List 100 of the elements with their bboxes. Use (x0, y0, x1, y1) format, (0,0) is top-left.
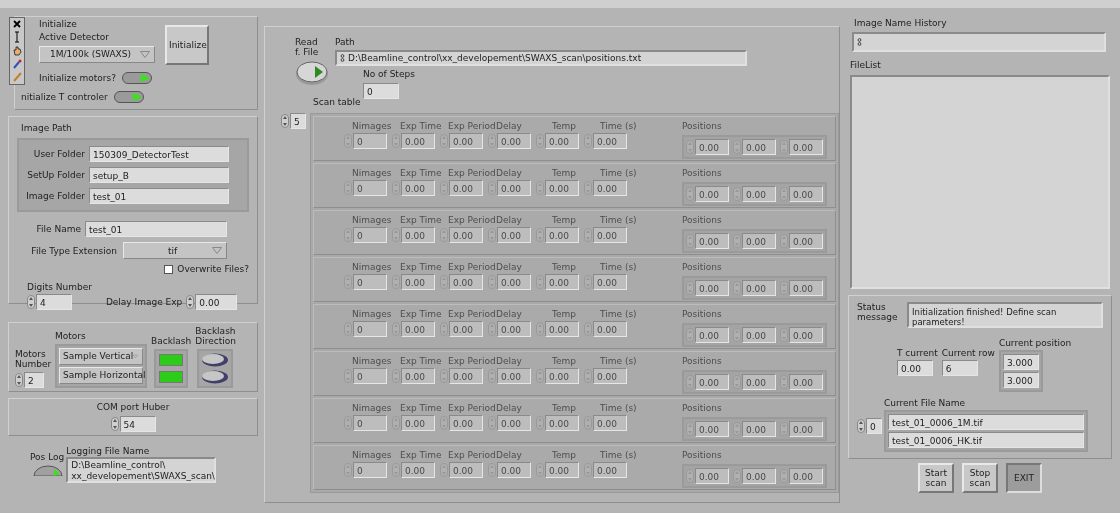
scan-button[interactable]: EXIT (1006, 463, 1042, 494)
column-label: Positions (682, 262, 722, 273)
field-label: Digits Number (27, 281, 92, 293)
column-label: Temp (552, 403, 576, 414)
field-label: T current (897, 347, 938, 359)
field-label: Delay Image Exp (105, 296, 183, 308)
text-field[interactable]: test_01 (85, 221, 227, 238)
column-label: Nimages (352, 450, 392, 461)
numeric-field: 3.000 (1002, 372, 1039, 389)
column-label: Delay (496, 215, 522, 226)
column-label: Exp Period (448, 262, 496, 273)
column-label: Delay (496, 356, 522, 367)
dropdown-arrow-icon[interactable] (212, 247, 222, 255)
oval-toggle[interactable] (201, 369, 230, 384)
field-label: Current position (998, 337, 1072, 349)
hand-icon[interactable] (12, 46, 22, 56)
column-label: Exp Time (400, 215, 442, 226)
column-label: Exp Period (448, 168, 496, 179)
column-label: Nimages (352, 309, 392, 320)
toggle-switch[interactable] (122, 72, 152, 84)
field-label: Current File Name (884, 398, 966, 409)
column-label: Exp Period (448, 450, 496, 461)
motor-dropdown[interactable]: Sample Vertical (59, 347, 143, 365)
column-label: Nimages (352, 356, 392, 367)
numeric-field[interactable]: 54 (119, 416, 156, 433)
numeric-field[interactable]: 2 (24, 371, 44, 388)
close-icon[interactable] (13, 20, 21, 28)
column-label: Exp Time (400, 403, 442, 414)
pencil-icon[interactable] (12, 72, 22, 82)
field-label: Status message (857, 301, 899, 323)
column-label: Exp Time (400, 450, 442, 461)
path-field[interactable]: D:\Beamline_control\ xx_developement\SWAXS_scan\ (66, 457, 217, 484)
checkbox-label: Overwrite Files? (177, 264, 249, 275)
column-label: Delay (496, 309, 522, 320)
spinner-arrows-icon[interactable] (186, 295, 195, 310)
spinner-arrows-icon[interactable] (110, 417, 119, 432)
numeric-field[interactable]: 0.00 (195, 294, 238, 311)
field-label: Backlash Direction (195, 326, 236, 347)
button-label: Read f. File (295, 37, 320, 58)
column-label: Nimages (352, 403, 392, 414)
field-label: File Type Extension (30, 245, 117, 256)
text-cursor-icon[interactable] (13, 31, 21, 43)
column-label: Delay (496, 403, 522, 414)
column-label: Positions (682, 121, 722, 132)
field-label: Motors (55, 331, 86, 342)
column-label: Delay (496, 450, 522, 461)
column-label: Delay (496, 262, 522, 273)
initialize-button[interactable]: Initialize (165, 25, 209, 65)
column-label: Delay (496, 121, 522, 132)
toggle-button[interactable] (32, 464, 65, 477)
column-label: Time (s) (600, 403, 637, 414)
column-label: Exp Period (448, 356, 496, 367)
oval-toggle[interactable] (201, 352, 230, 367)
field-label: Path (335, 37, 355, 48)
text-field[interactable]: test_01 (89, 188, 229, 205)
dropdown-arrow-icon[interactable] (140, 50, 150, 58)
motor-dropdown[interactable]: Sample Horizontal (59, 366, 143, 384)
detector-dropdown[interactable]: 1M/100k (SWAXS) (39, 45, 155, 63)
index-field[interactable]: 0 (866, 418, 882, 435)
toggle-switch[interactable] (113, 91, 144, 103)
numeric-field[interactable]: 4 (36, 294, 72, 311)
path-field[interactable] (852, 32, 1106, 53)
switch-label: Pos Log (30, 452, 65, 463)
text-field[interactable]: 150309_DetectorTest (89, 146, 229, 163)
field-label: File Name (35, 224, 81, 235)
path-icon (340, 54, 345, 63)
column-label: Nimages (352, 215, 392, 226)
field-label: Logging File Name (66, 446, 150, 457)
field-label: FileList (850, 60, 882, 71)
file-list[interactable] (850, 74, 1110, 289)
switch-label: Initialize motors? (39, 72, 116, 84)
scan-button[interactable]: Stop scan (962, 463, 998, 494)
column-label: Time (s) (600, 168, 637, 179)
section-title: Image Path (21, 123, 73, 134)
spinner-arrows-icon[interactable] (281, 114, 289, 129)
column-label: Exp Period (448, 403, 496, 414)
column-label: Time (s) (600, 309, 637, 320)
file-type-dropdown[interactable]: tif (123, 242, 227, 260)
field-label: COM port Huber (96, 401, 170, 413)
column-label: Positions (682, 450, 722, 461)
dropper-icon[interactable] (12, 59, 22, 69)
column-label: Temp (552, 168, 576, 179)
spinner-arrows-icon[interactable] (15, 372, 23, 387)
scan-button[interactable]: Start scan (918, 463, 954, 494)
column-label: Exp Period (448, 215, 496, 226)
column-label: Time (s) (600, 262, 637, 273)
column-label: Time (s) (600, 215, 637, 226)
column-label: Time (s) (600, 121, 637, 132)
column-label: Exp Period (448, 309, 496, 320)
column-label: Positions (682, 356, 722, 367)
checkbox[interactable] (164, 265, 174, 274)
spinner-arrows-icon[interactable] (857, 419, 865, 434)
column-label: Exp Time (400, 168, 442, 179)
dropdown-arrow-icon[interactable] (133, 352, 138, 360)
field-label: SetUp Folder (26, 170, 85, 181)
spinner-arrows-icon[interactable] (27, 295, 35, 310)
field-label: Motors Number (15, 349, 51, 370)
numeric-field: 0.00 (897, 360, 933, 377)
section-title: Initialize (39, 19, 77, 30)
text-field[interactable]: setup_B (89, 167, 229, 184)
